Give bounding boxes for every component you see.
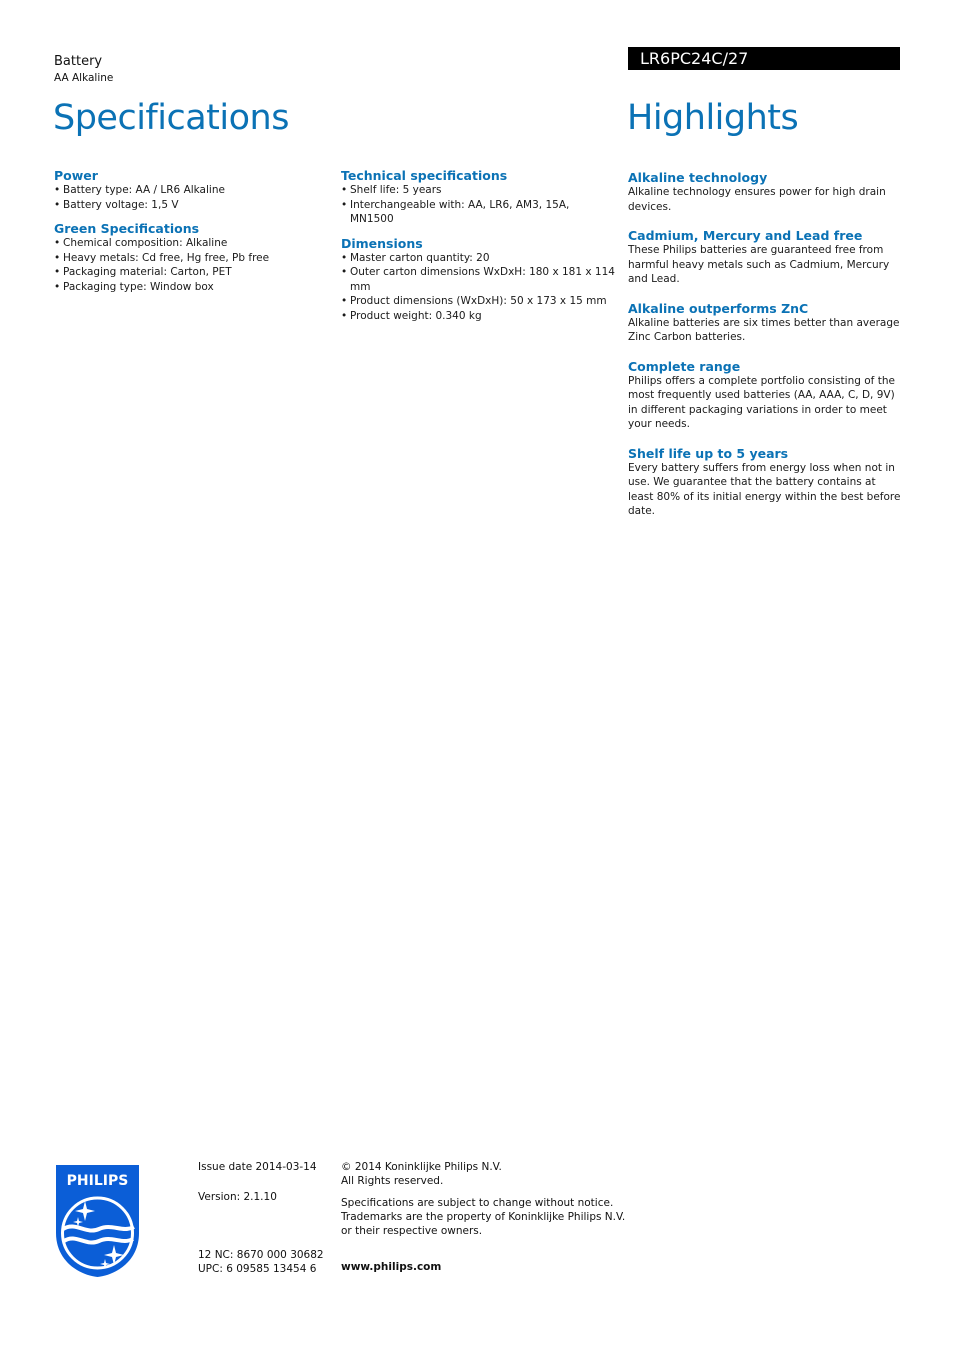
model-number-bar: LR6PC24C/27 <box>628 47 900 70</box>
spec-item: Product dimensions (WxDxH): 50 x 173 x 1… <box>341 294 616 309</box>
highlight-text: Every battery suffers from energy loss w… <box>628 461 901 518</box>
highlight-item: Cadmium, Mercury and Lead free These Phi… <box>628 228 903 287</box>
highlight-heading: Cadmium, Mercury and Lead free <box>628 228 863 243</box>
specifications-title: Specifications <box>53 98 289 138</box>
spec-item: Outer carton dimensions WxDxH: 180 x 181… <box>341 265 616 294</box>
dimensions-heading: Dimensions <box>341 235 423 251</box>
technical-heading: Technical specifications <box>341 168 508 183</box>
highlight-text: Alkaline technology ensures power for hi… <box>628 186 886 213</box>
specs-column-2: Technical specifications Shelf life: 5 y… <box>341 168 616 332</box>
dimensions-section: Dimensions Master carton quantity: 20 Ou… <box>341 236 616 324</box>
spec-item: Master carton quantity: 20 <box>341 251 616 266</box>
spec-item: Chemical composition: Alkaline <box>54 236 324 251</box>
green-section: Green Specifications Chemical compositio… <box>54 221 324 294</box>
technical-section: Technical specifications Shelf life: 5 y… <box>341 168 616 227</box>
highlight-item: Complete range Philips offers a complete… <box>628 359 903 432</box>
highlight-item: Alkaline technology Alkaline technology … <box>628 170 903 214</box>
spec-item: Battery type: AA / LR6 Alkaline <box>54 183 324 198</box>
spec-item: Product weight: 0.340 kg <box>341 309 616 324</box>
nc-code: 12 NC: 8670 000 30682 <box>198 1248 324 1261</box>
spec-item: Interchangeable with: AA, LR6, AM3, 15A,… <box>341 198 616 227</box>
product-subtype: AA Alkaline <box>54 72 114 84</box>
green-heading: Green Specifications <box>54 221 200 236</box>
power-section: Power Battery type: AA / LR6 Alkaline Ba… <box>54 168 324 212</box>
copyright-line-1: © 2014 Koninklijke Philips N.V. <box>341 1161 502 1173</box>
issue-date: Issue date 2014-03-14 <box>198 1161 317 1173</box>
version: Version: 2.1.10 <box>198 1191 277 1204</box>
highlight-heading: Complete range <box>628 358 741 374</box>
footer-left: Issue date 2014-03-14 Version: 2.1.10 12… <box>198 1160 333 1276</box>
highlights-title: Highlights <box>627 98 799 138</box>
highlight-text: Alkaline batteries are six times better … <box>628 316 900 344</box>
upc-code: UPC: 6 09585 13454 6 <box>198 1262 317 1275</box>
specs-column-1: Power Battery type: AA / LR6 Alkaline Ba… <box>54 168 324 303</box>
philips-shield-logo-icon: PHILIPS <box>56 1165 139 1277</box>
highlight-heading: Shelf life up to 5 years <box>628 445 789 461</box>
spec-item: Battery voltage: 1,5 V <box>54 198 324 213</box>
spec-item: Shelf life: 5 years <box>341 183 616 198</box>
notice-line-1: Specifications are subject to change wit… <box>341 1196 614 1209</box>
highlight-text: Philips offers a complete portfolio cons… <box>628 374 895 431</box>
footer-right: © 2014 Koninklijke Philips N.V. All Righ… <box>341 1160 631 1275</box>
spec-item: Packaging type: Window box <box>54 280 324 295</box>
notice-line-3: or their respective owners. <box>341 1225 483 1238</box>
website-link[interactable]: www.philips.com <box>341 1260 631 1274</box>
copyright-line-2: All Rights reserved. <box>341 1175 444 1188</box>
highlight-heading: Alkaline outperforms ZnC <box>628 300 809 316</box>
highlight-heading: Alkaline technology <box>628 170 768 185</box>
product-type: Battery <box>54 54 103 69</box>
logo-text: PHILIPS <box>67 1173 129 1189</box>
highlights-column: Alkaline technology Alkaline technology … <box>628 170 903 533</box>
spec-item: Heavy metals: Cd free, Hg free, Pb free <box>54 251 324 266</box>
power-heading: Power <box>54 168 98 183</box>
highlight-text: These Philips batteries are guaranteed f… <box>628 244 890 285</box>
spec-item: Packaging material: Carton, PET <box>54 265 324 280</box>
highlight-item: Alkaline outperforms ZnC Alkaline batter… <box>628 301 903 345</box>
highlight-item: Shelf life up to 5 years Every battery s… <box>628 446 903 519</box>
notice-line-2: Trademarks are the property of Koninklij… <box>341 1210 626 1223</box>
